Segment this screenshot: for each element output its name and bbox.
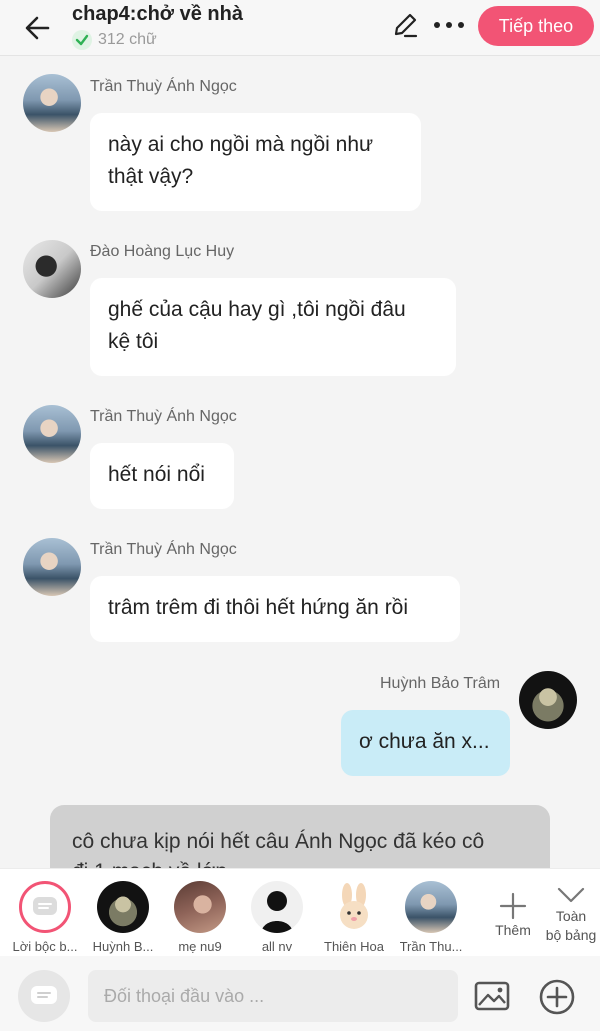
bubble-line: trâm trêm đi thôi hết hứng ăn rồi — [108, 596, 409, 619]
dialogue-mode-button[interactable] — [18, 970, 70, 1022]
character-label: Lời bộc b... — [12, 939, 78, 954]
next-button[interactable]: Tiếp theo — [478, 6, 594, 46]
character-label: all nv — [261, 939, 293, 954]
bunny-icon — [340, 883, 368, 929]
input-bar — [0, 956, 600, 1031]
dialogue-input[interactable] — [88, 970, 458, 1022]
image-icon[interactable] — [474, 980, 510, 1012]
character-label: Thiên Hoa — [324, 939, 384, 954]
narration-line: cô chưa kịp nói hết câu Ánh Ngọc đã kéo … — [72, 830, 485, 853]
speech-bubble-icon — [33, 897, 57, 915]
add-circle-icon[interactable] — [538, 978, 576, 1016]
character-label: Huỳnh B... — [92, 939, 154, 954]
character-item[interactable]: Huỳnh B... — [88, 881, 158, 954]
speaker-name: Trần Thuỳ Ánh Ngọc — [90, 78, 237, 95]
avatar[interactable] — [23, 538, 81, 596]
plus-icon — [499, 892, 527, 920]
bubble-line: thật vậy? — [108, 165, 194, 188]
board-label-line: bộ bảng — [545, 927, 597, 943]
character-item[interactable]: all nv — [242, 881, 312, 954]
avatar[interactable] — [23, 74, 81, 132]
avatar[interactable] — [23, 405, 81, 463]
chevron-down-icon — [557, 887, 585, 903]
character-narration[interactable]: Lời bộc b... — [10, 881, 80, 954]
back-arrow-icon[interactable] — [20, 10, 56, 46]
add-label: Thêm — [495, 922, 531, 938]
word-count: 312 chữ — [98, 31, 157, 48]
character-label: Trần Thu... — [399, 939, 463, 954]
bubble-line: này ai cho ngồi mà ngồi như — [108, 133, 374, 156]
character-label: mẹ nu9 — [178, 939, 222, 954]
speaker-name: Trần Thuỳ Ánh Ngọc — [90, 408, 237, 425]
chapter-title: chap4:chở về nhà — [72, 3, 243, 25]
speaker-name: Huỳnh Bảo Trâm — [380, 675, 501, 692]
chat-bubble[interactable]: ghế của cậu hay gì ,tôi ngồi đâu kệ tôi — [90, 278, 456, 376]
silhouette-icon — [261, 891, 293, 933]
chat-bubble[interactable]: trâm trêm đi thôi hết hứng ăn rồi — [90, 576, 460, 642]
narration-selected — [19, 881, 71, 933]
avatar — [251, 881, 303, 933]
character-item[interactable]: Thiên Hoa — [319, 881, 389, 954]
saved-check-icon — [72, 30, 92, 50]
add-character-button[interactable]: Thêm — [488, 891, 538, 940]
avatar — [328, 881, 380, 933]
chat-bubble[interactable]: hết nói nổi — [90, 443, 234, 509]
speaker-name: Đào Hoàng Lục Huy — [90, 243, 235, 260]
avatar[interactable] — [23, 240, 81, 298]
avatar — [405, 881, 457, 933]
chat-bubble-self[interactable]: ơ chưa ăn x... — [341, 710, 510, 776]
chat-bubble[interactable]: này ai cho ngồi mà ngồi như thật vậy? — [90, 113, 421, 211]
character-item[interactable]: Trần Thu... — [396, 881, 466, 954]
speaker-name: Trần Thuỳ Ánh Ngọc — [90, 541, 237, 558]
speech-bubble-icon — [31, 986, 57, 1004]
pencil-icon[interactable] — [390, 10, 420, 40]
character-item[interactable]: mẹ nu9 — [165, 881, 235, 954]
character-bar: Lời bộc b... Huỳnh B... mẹ nu9 all nv Th… — [0, 868, 600, 956]
avatar — [174, 881, 226, 933]
bubble-line: hết nói nổi — [108, 463, 205, 486]
full-board-button[interactable]: Toàn bộ bảng — [540, 883, 600, 945]
more-options-icon[interactable] — [432, 12, 466, 38]
word-count-row: 312 chữ — [72, 30, 157, 50]
board-label-line: Toàn — [555, 908, 587, 924]
bubble-line: ghế của cậu hay gì ,tôi ngồi đâu — [108, 298, 406, 321]
bubble-line: ơ chưa ăn x... — [359, 730, 490, 753]
avatar[interactable] — [519, 671, 577, 729]
avatar — [97, 881, 149, 933]
top-bar: chap4:chở về nhà 312 chữ Tiếp theo — [0, 0, 600, 56]
bubble-line: kệ tôi — [108, 330, 159, 353]
